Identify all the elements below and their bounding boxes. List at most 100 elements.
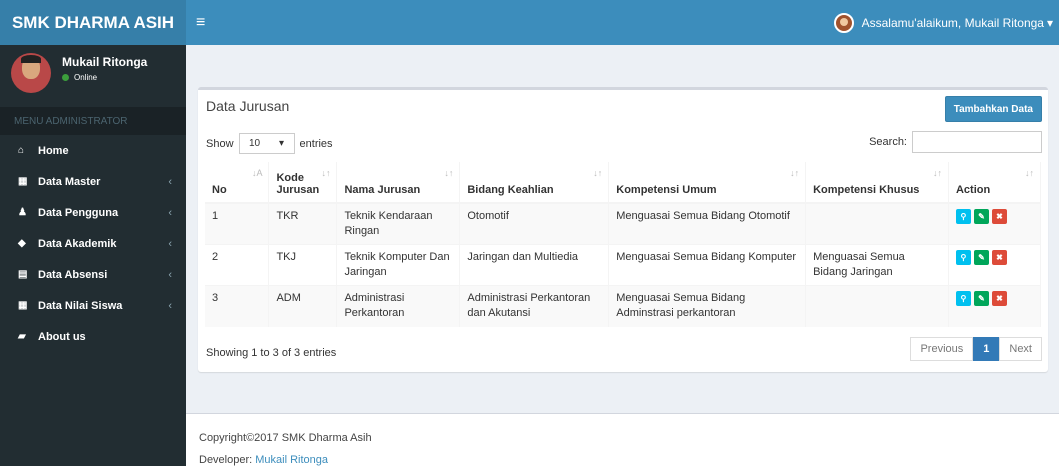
jurusan-table: No ↓A Kode Jurusan ↓↑ Nama Jurusan ↓↑ Bidang K… [205,162,1042,327]
book-icon: ▰ [18,331,26,342]
chevron-left-icon: ‹ [168,206,172,219]
cell-bidang: Otomotif [459,202,610,245]
column-label: Kompetensi Khusus [813,184,920,196]
cell-action: ⚲ ✎ ✖ [948,244,1042,286]
user-menu[interactable]: Assalamu'alaikum, Mukail Ritonga ▾ [833,0,1053,45]
cell-umum: Menguasai Semua Bidang Adminstrasi perka… [608,285,807,327]
caret-down-icon: ▾ [1046,15,1053,30]
grid-icon: ▦ [18,176,28,187]
delete-icon[interactable]: ✖ [991,291,1007,306]
brand-logo[interactable]: SMK DHARMA ASIH [0,0,186,45]
sort-icon: ↓↑ [1025,168,1034,178]
column-header-action[interactable]: Action ↓↑ [948,162,1042,204]
sort-icon: ↓↑ [790,168,800,178]
cell-nama: Administrasi Perkantoran [336,285,461,327]
sidebar-item-data-akademik[interactable]: ◆ Data Akademik ‹ [0,228,186,259]
sidebar-item-data-nilai-siswa[interactable]: ▦ Data Nilai Siswa ‹ [0,290,186,321]
sidebar-item-data-pengguna[interactable]: ♟ Data Pengguna ‹ [0,197,186,228]
sidebar-item-about-us[interactable]: ▰ About us [0,321,186,352]
cell-umum: Menguasai Semua Bidang Otomotif [608,202,807,245]
caret-down-icon: ▾ [279,138,285,149]
sort-icon: ↓↑ [321,168,331,178]
column-header-bidang-keahlian[interactable]: Bidang Keahlian ↓↑ [459,162,610,204]
sidebar-item-home[interactable]: ⌂ Home [0,135,186,166]
edit-icon[interactable]: ✎ [973,250,989,265]
copyright: Copyright©2017 SMK Dharma Asih [199,432,372,444]
column-header-nama-jurusan[interactable]: Nama Jurusan ↓↑ [336,162,461,204]
column-label: Nama Jurusan [344,184,421,196]
user-status: Online [62,73,97,82]
table-icon: ▦ [18,300,28,311]
top-navbar: SMK DHARMA ASIH ≡ Assalamu'alaikum, Muka… [0,0,1059,45]
tag-icon: ◆ [18,238,26,249]
sort-icon: ↓↑ [932,168,942,178]
user-avatar-small [833,12,854,33]
cell-bidang: Administrasi Perkantoran dan Akutansi [459,285,610,327]
greeting-text: Assalamu'alaikum, Mukail Ritonga [861,15,1044,30]
table-row: 2 TKJ Teknik Komputer Dan Jaringan Jaringan… [205,244,1042,286]
chevron-left-icon: ‹ [168,237,172,250]
sidebar-item-label: Data Master [38,175,101,188]
table-row: 1 TKR Teknik Kendaraan Ringan Otomotif Mengu… [205,202,1042,245]
page-1-button[interactable]: 1 [973,337,1000,361]
footer: Copyright©2017 SMK Dharma Asih Developer… [186,413,1059,466]
sidebar-item-label: Data Akademik [38,237,117,250]
sort-icon: ↓↑ [444,168,454,178]
column-label: No [212,184,227,196]
cell-kode: TKJ [268,244,338,286]
column-label: Kode Jurusan [276,172,320,196]
user-name: Mukail Ritonga [62,55,148,69]
cell-umum: Menguasai Semua Bidang Komputer [608,244,807,286]
view-icon[interactable]: ⚲ [955,250,971,265]
column-header-kode-jurusan[interactable]: Kode Jurusan ↓↑ [268,162,338,204]
view-icon[interactable]: ⚲ [955,291,971,306]
cell-kode: TKR [268,202,338,245]
column-header-kompetensi-umum[interactable]: Kompetensi Umum ↓↑ [608,162,807,204]
edit-icon[interactable]: ✎ [973,209,989,224]
table-info: Showing 1 to 3 of 3 entries [206,347,337,359]
column-label: Action [955,184,991,196]
developer-line: Developer: Mukail Ritonga [199,454,328,466]
sidebar-item-label: Data Absensi [38,268,108,281]
user-panel: Mukail Ritonga Online [0,45,186,100]
show-label: Show [206,137,234,150]
sidebar-item-label: Home [38,144,69,157]
chevron-left-icon: ‹ [168,299,172,312]
previous-button[interactable]: Previous [910,337,974,361]
sidebar-item-data-absensi[interactable]: ▤ Data Absensi ‹ [0,259,186,290]
table-body: 1 TKR Teknik Kendaraan Ringan Otomotif Mengu… [205,202,1042,327]
entries-select[interactable]: 10 ▾ [238,133,295,154]
cell-khusus [805,202,949,245]
length-control: Show 10 ▾ entries [206,133,333,154]
cell-action: ⚲ ✎ ✖ [948,285,1042,327]
home-icon: ⌂ [18,145,25,156]
edit-icon[interactable]: ✎ [973,291,989,306]
hamburger-icon[interactable]: ≡ [196,0,205,45]
add-data-button[interactable]: Tambahkan Data [944,96,1042,122]
cell-kode: ADM [268,285,338,327]
sidebar-item-label: Data Nilai Siswa [38,299,123,312]
cell-no: 1 [205,202,270,245]
sidebar-item-label: About us [38,330,86,343]
chevron-left-icon: ‹ [168,175,172,188]
cell-bidang: Jaringan dan Multiedia [459,244,610,286]
cell-no: 2 [205,244,270,286]
table-header-row: No ↓A Kode Jurusan ↓↑ Nama Jurusan ↓↑ Bidang K… [205,162,1042,204]
developer-link[interactable]: Mukail Ritonga [255,454,328,466]
sidebar-item-data-master[interactable]: ▦ Data Master ‹ [0,166,186,197]
sidebar: Mukail Ritonga Online MENU ADMINISTRATOR… [0,45,186,466]
column-header-kompetensi-khusus[interactable]: Kompetensi Khusus ↓↑ [805,162,949,204]
column-header-no[interactable]: No ↓A [205,162,270,204]
cell-nama: Teknik Komputer Dan Jaringan [336,244,461,286]
next-button[interactable]: Next [999,337,1042,361]
main-content: Data Jurusan Tambahkan Data Show 10 ▾ ent… [186,45,1059,466]
search-input[interactable] [912,131,1042,153]
delete-icon[interactable]: ✖ [991,250,1007,265]
cell-action: ⚲ ✎ ✖ [948,202,1042,245]
status-label: Online [74,73,98,82]
menu-header: MENU ADMINISTRATOR [0,107,186,135]
sidebar-menu: ⌂ Home ▦ Data Master ‹ ♟ Data Pengguna ‹ ◆ Data A… [0,135,186,352]
cell-khusus [805,285,949,327]
delete-icon[interactable]: ✖ [991,209,1007,224]
view-icon[interactable]: ⚲ [955,209,971,224]
